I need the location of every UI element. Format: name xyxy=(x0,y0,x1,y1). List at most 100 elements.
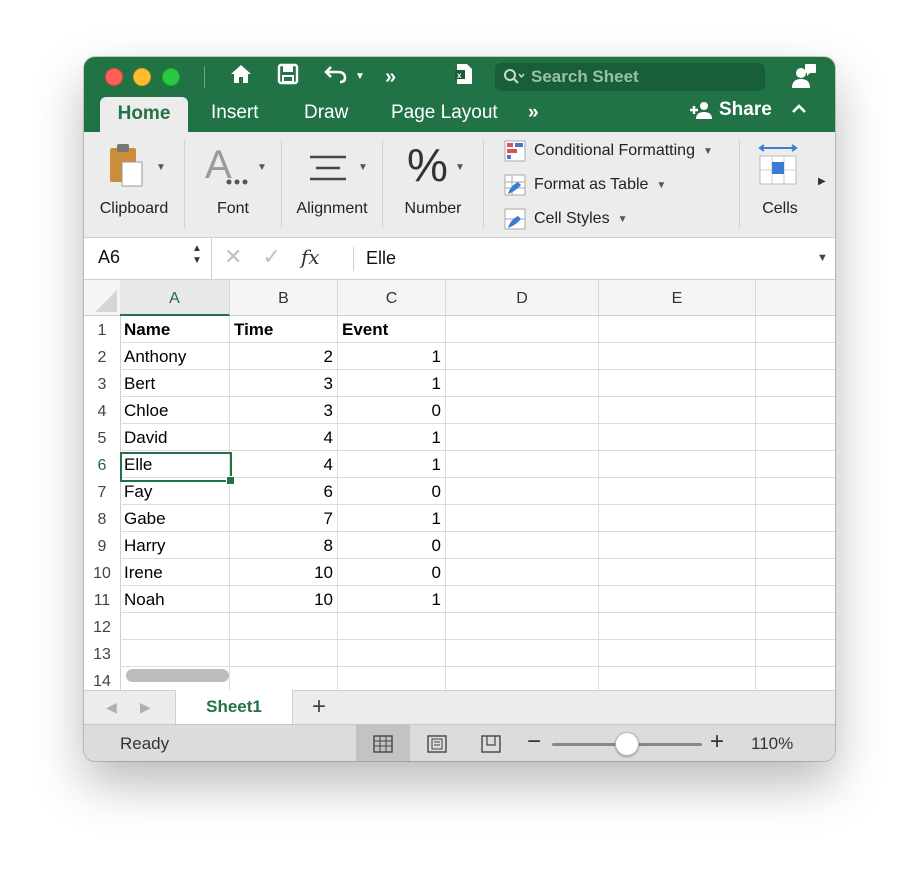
tab-draw[interactable]: Draw xyxy=(304,100,348,126)
horizontal-scrollbar[interactable] xyxy=(126,669,229,682)
cell-overflow[interactable] xyxy=(756,586,835,613)
column-header-e[interactable]: E xyxy=(599,280,756,316)
cell-a12[interactable] xyxy=(120,613,230,640)
add-sheet-button[interactable]: + xyxy=(312,693,326,721)
cell-d3[interactable] xyxy=(446,370,599,397)
save-icon[interactable] xyxy=(277,63,299,85)
cell-b9[interactable]: 8 xyxy=(230,532,338,559)
cell-overflow[interactable] xyxy=(756,397,835,424)
cell-d6[interactable] xyxy=(446,451,599,478)
row-header[interactable]: 5 xyxy=(84,424,121,451)
cell-overflow[interactable] xyxy=(756,370,835,397)
cell-e3[interactable] xyxy=(599,370,756,397)
cell-d2[interactable] xyxy=(446,343,599,370)
insert-function-icon[interactable]: fx xyxy=(301,245,320,269)
alignment-dropdown-icon[interactable]: ▼ xyxy=(358,162,368,173)
account-icon[interactable] xyxy=(790,62,818,90)
cell-e12[interactable] xyxy=(599,613,756,640)
row-header[interactable]: 13 xyxy=(84,640,121,667)
cells-group[interactable]: Cells xyxy=(740,132,820,232)
row-header[interactable]: 10 xyxy=(84,559,121,586)
cell-e1[interactable] xyxy=(599,316,756,343)
undo-dropdown-icon[interactable]: ▼ xyxy=(355,63,365,91)
cell-e8[interactable] xyxy=(599,505,756,532)
cell-overflow[interactable] xyxy=(756,505,835,532)
cell-a4[interactable]: Chloe xyxy=(120,397,230,424)
cell-styles-button[interactable]: Cell Styles ▼ xyxy=(504,208,627,230)
worksheet-grid[interactable]: A B C D E 1 Name Time Event 2 Anthony 2 1 3 Bert 3 1 4 Chl… xyxy=(84,280,835,690)
cell-d1[interactable] xyxy=(446,316,599,343)
cell-a1[interactable]: Name xyxy=(120,316,230,343)
cell-a5[interactable]: David xyxy=(120,424,230,451)
cell-c6[interactable]: 1 xyxy=(338,451,446,478)
alignment-group[interactable]: ▼ Alignment xyxy=(282,132,382,232)
cell-b1[interactable]: Time xyxy=(230,316,338,343)
paste-dropdown-icon[interactable]: ▼ xyxy=(156,162,166,173)
cell-b13[interactable] xyxy=(230,640,338,667)
cell-d8[interactable] xyxy=(446,505,599,532)
cell-d10[interactable] xyxy=(446,559,599,586)
home-icon[interactable] xyxy=(229,63,253,85)
ribbon-scroll-right-icon[interactable]: ▶ xyxy=(818,176,826,187)
cell-b7[interactable]: 6 xyxy=(230,478,338,505)
cell-a2[interactable]: Anthony xyxy=(120,343,230,370)
cell-b2[interactable]: 2 xyxy=(230,343,338,370)
cell-b8[interactable]: 7 xyxy=(230,505,338,532)
cell-overflow[interactable] xyxy=(756,451,835,478)
name-box[interactable]: A6 ▲ ▼ xyxy=(84,238,212,280)
cell-b12[interactable] xyxy=(230,613,338,640)
cell-d4[interactable] xyxy=(446,397,599,424)
tab-page-layout[interactable]: Page Layout xyxy=(391,100,498,126)
cell-b3[interactable]: 3 xyxy=(230,370,338,397)
cell-c11[interactable]: 1 xyxy=(338,586,446,613)
cell-c3[interactable]: 1 xyxy=(338,370,446,397)
cell-a9[interactable]: Harry xyxy=(120,532,230,559)
cell-a11[interactable]: Noah xyxy=(120,586,230,613)
number-dropdown-icon[interactable]: ▼ xyxy=(455,162,465,173)
cell-c9[interactable]: 0 xyxy=(338,532,446,559)
cell-overflow[interactable] xyxy=(756,532,835,559)
cell-a3[interactable]: Bert xyxy=(120,370,230,397)
conditional-formatting-button[interactable]: Conditional Formatting ▼ xyxy=(504,140,713,162)
cell-c1[interactable]: Event xyxy=(338,316,446,343)
cell-d9[interactable] xyxy=(446,532,599,559)
tab-home[interactable]: Home xyxy=(100,97,188,132)
cell-c8[interactable]: 1 xyxy=(338,505,446,532)
clipboard-group[interactable]: ▼ Clipboard xyxy=(84,132,184,232)
normal-view-button[interactable] xyxy=(356,725,410,761)
cell-e4[interactable] xyxy=(599,397,756,424)
cell-e9[interactable] xyxy=(599,532,756,559)
cell-c12[interactable] xyxy=(338,613,446,640)
column-header-overflow[interactable] xyxy=(756,280,835,316)
cell-e2[interactable] xyxy=(599,343,756,370)
cell-e6[interactable] xyxy=(599,451,756,478)
sheet-tab-sheet1[interactable]: Sheet1 xyxy=(175,690,293,725)
cell-c10[interactable]: 0 xyxy=(338,559,446,586)
close-window-button[interactable] xyxy=(105,68,123,86)
cell-overflow[interactable] xyxy=(756,613,835,640)
more-tabs-icon[interactable]: » xyxy=(528,100,539,126)
column-header-a[interactable]: A xyxy=(120,280,230,316)
number-group[interactable]: % ▼ Number xyxy=(383,132,483,232)
cancel-icon[interactable]: ✕ xyxy=(224,244,242,270)
column-header-b[interactable]: B xyxy=(230,280,338,316)
more-commands-icon[interactable]: » xyxy=(385,63,396,91)
row-header[interactable]: 11 xyxy=(84,586,121,613)
cell-e7[interactable] xyxy=(599,478,756,505)
cell-overflow[interactable] xyxy=(756,343,835,370)
next-sheet-icon[interactable]: ▶ xyxy=(140,699,151,716)
share-button[interactable]: Share xyxy=(689,99,772,121)
format-as-table-button[interactable]: Format as Table ▼ xyxy=(504,174,666,196)
cell-d7[interactable] xyxy=(446,478,599,505)
row-header[interactable]: 12 xyxy=(84,613,121,640)
cell-e10[interactable] xyxy=(599,559,756,586)
collapse-ribbon-icon[interactable] xyxy=(791,102,807,114)
row-header[interactable]: 1 xyxy=(84,316,121,343)
cell-a10[interactable]: Irene xyxy=(120,559,230,586)
page-break-view-button[interactable] xyxy=(464,725,518,761)
cell-b6[interactable]: 4 xyxy=(230,451,338,478)
cell-a13[interactable] xyxy=(120,640,230,667)
cell-c2[interactable]: 1 xyxy=(338,343,446,370)
font-group[interactable]: A ▼ Font xyxy=(185,132,281,232)
formula-input[interactable]: Elle xyxy=(366,248,396,269)
